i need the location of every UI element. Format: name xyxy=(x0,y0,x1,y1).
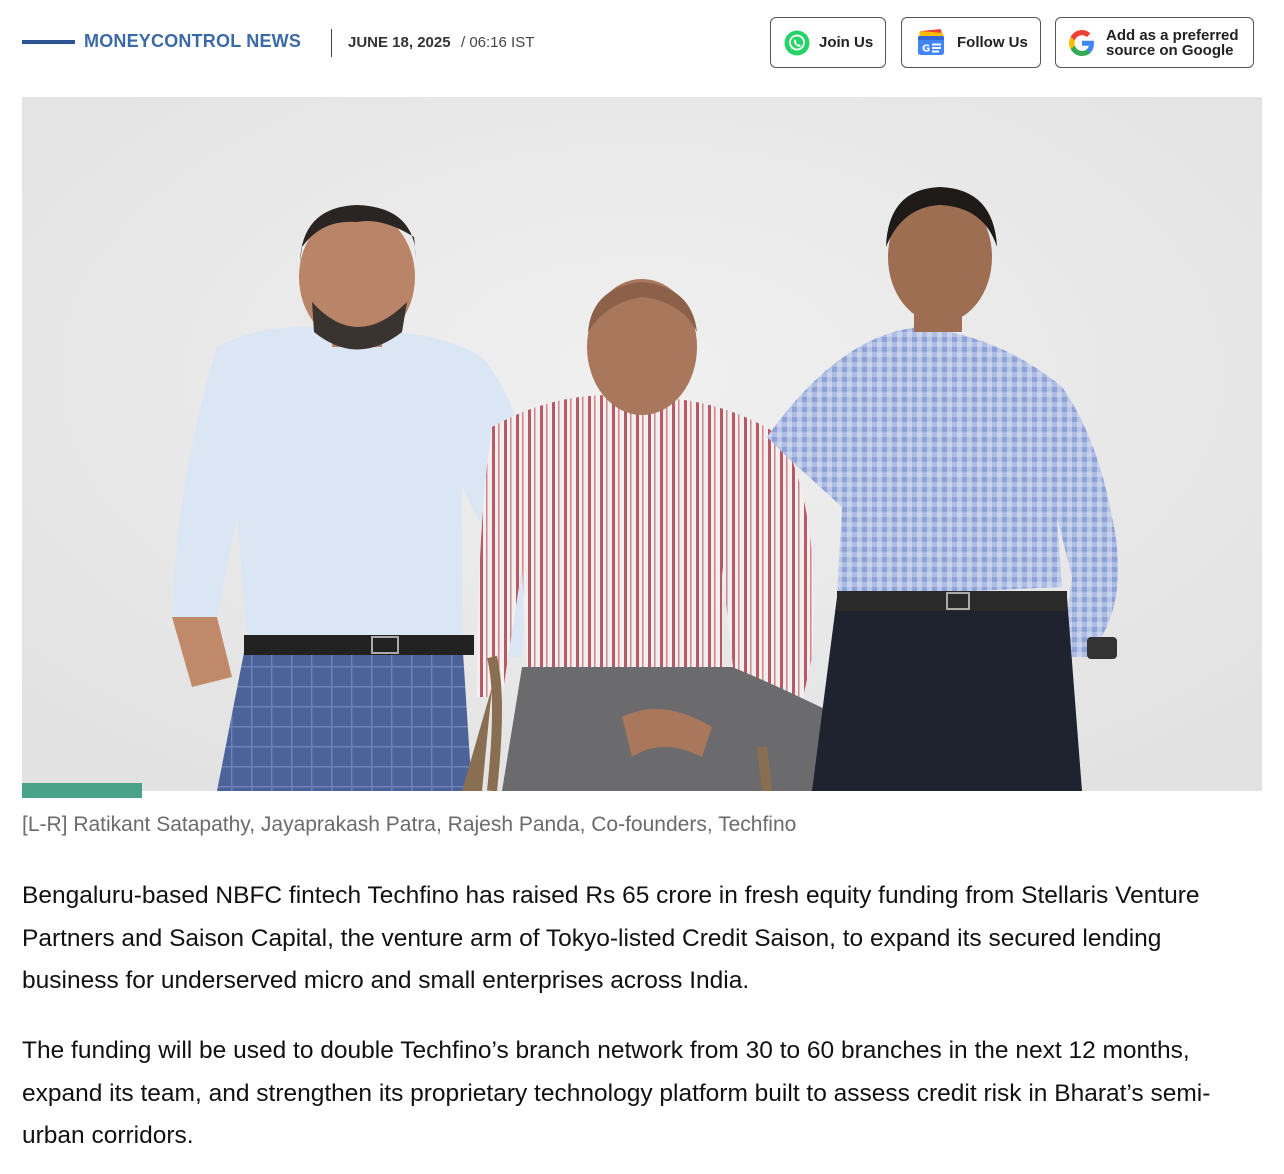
article-paragraph-2: The funding will be used to double Techf… xyxy=(22,1037,1211,1149)
header-divider xyxy=(331,29,332,57)
join-us-label: Join Us xyxy=(819,34,874,51)
preferred-source-text: Add as a preferred source on Google xyxy=(1106,28,1239,58)
preferred-source-line-2: source on Google xyxy=(1106,41,1234,59)
founders-photo-illustration xyxy=(22,97,1262,791)
image-caption: [L-R] Ratikant Satapathy, Jayaprakash Pa… xyxy=(22,813,797,836)
whatsapp-icon xyxy=(784,30,810,55)
follow-google-news-button[interactable]: G Follow Us xyxy=(901,17,1041,68)
follow-us-label: Follow Us xyxy=(957,34,1028,51)
svg-text:G: G xyxy=(922,43,930,54)
publish-date: JUNE 18, 2025 xyxy=(348,34,451,51)
join-whatsapp-button[interactable]: Join Us xyxy=(770,17,886,68)
article-hero-image xyxy=(22,97,1262,791)
brand-line-decoration xyxy=(22,40,75,44)
google-icon xyxy=(1069,29,1094,56)
publish-time: / 06:16 IST xyxy=(461,34,535,51)
caption-accent-bar xyxy=(22,783,142,798)
article-paragraph-1: Bengaluru-based NBFC fintech Techfino ha… xyxy=(22,882,1200,994)
preferred-source-google-button[interactable]: Add as a preferred source on Google xyxy=(1055,17,1254,68)
byline-source[interactable]: MONEYCONTROL NEWS xyxy=(84,31,301,52)
preferred-source-line-1: Add as a preferred xyxy=(1106,26,1239,44)
article-header: MONEYCONTROL NEWS JUNE 18, 2025 / 06:16 … xyxy=(22,0,1262,86)
google-news-icon: G xyxy=(918,28,944,55)
